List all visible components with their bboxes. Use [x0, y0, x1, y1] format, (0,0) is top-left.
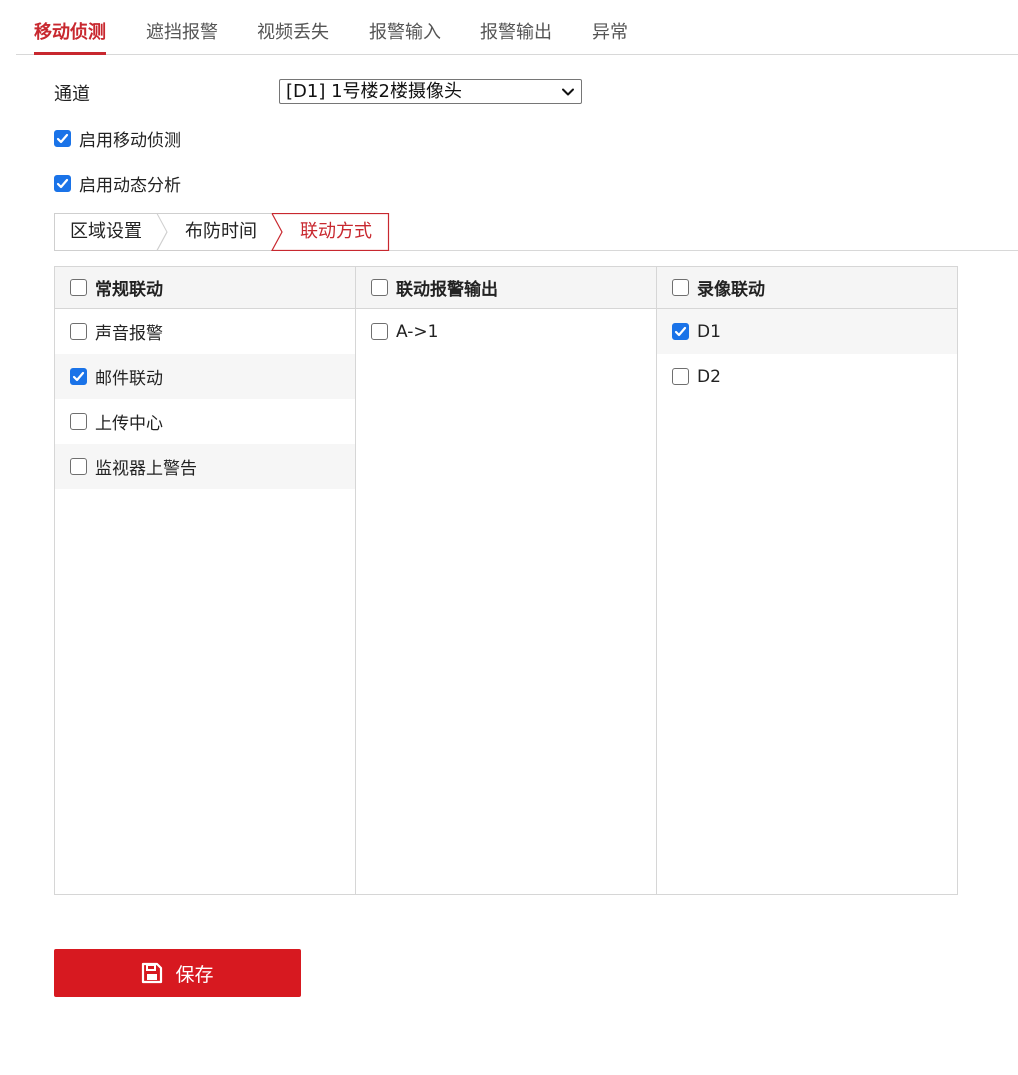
top-tab-bar: 移动侦测 遮挡报警 视频丢失 报警输入 报警输出 异常 — [16, 0, 1018, 55]
list-item[interactable]: 邮件联动 — [55, 354, 355, 399]
channel-label: 通道 — [54, 84, 90, 105]
enable-dynamic-analysis-checkbox[interactable] — [54, 174, 71, 192]
upload-center-checkbox[interactable] — [70, 413, 87, 430]
checkmark-icon — [674, 326, 687, 337]
motion-detection-page: 移动侦测 遮挡报警 视频丢失 报警输入 报警输出 异常 通道 [D1] 1号楼2… — [0, 0, 1018, 1075]
alarm-output-header-label: 联动报警输出 — [396, 280, 498, 300]
tab-tamper-alarm[interactable]: 遮挡报警 — [146, 0, 218, 55]
email-linkage-label: 邮件联动 — [95, 369, 163, 389]
tab-area-settings[interactable]: 区域设置 — [70, 213, 142, 251]
record-linkage-select-all-checkbox[interactable] — [672, 279, 689, 296]
checkmark-icon — [56, 178, 69, 188]
audible-alarm-label: 声音报警 — [95, 324, 163, 344]
list-item[interactable]: A->1 — [356, 309, 656, 354]
list-item[interactable]: 声音报警 — [55, 309, 355, 354]
tab-linkage-method[interactable]: 联动方式 — [300, 213, 372, 251]
monitor-warning-checkbox[interactable] — [70, 458, 87, 475]
normal-linkage-select-all-checkbox[interactable] — [70, 279, 87, 296]
monitor-warning-label: 监视器上警告 — [95, 459, 197, 479]
alarm-output-a1-checkbox[interactable] — [371, 323, 388, 340]
record-linkage-header-label: 录像联动 — [697, 280, 765, 300]
record-d1-label: D1 — [697, 321, 721, 342]
enable-motion-detection-row[interactable]: 启用移动侦测 — [54, 126, 181, 151]
tab-exception[interactable]: 异常 — [592, 0, 628, 55]
record-linkage-column: 录像联动 D1 D2 — [657, 267, 957, 894]
list-item[interactable]: 上传中心 — [55, 399, 355, 444]
record-d2-label: D2 — [697, 366, 721, 387]
linkage-table: 常规联动 声音报警 邮件联动 上传中心 监视器上警告 联动报警输出 A->1 录… — [54, 266, 958, 895]
tab-video-loss[interactable]: 视频丢失 — [257, 0, 329, 55]
alarm-output-a1-label: A->1 — [396, 321, 439, 342]
list-item[interactable]: D2 — [657, 354, 957, 399]
list-item[interactable]: D1 — [657, 309, 957, 354]
upload-center-label: 上传中心 — [95, 414, 163, 434]
record-d2-checkbox[interactable] — [672, 368, 689, 385]
tab-motion-detection[interactable]: 移动侦测 — [34, 0, 106, 55]
sub-tab-bar: 区域设置 布防时间 联动方式 — [54, 213, 1018, 251]
enable-motion-detection-label: 启用移动侦测 — [79, 130, 181, 151]
save-button-label: 保存 — [175, 963, 214, 986]
record-d1-checkbox[interactable] — [672, 323, 689, 340]
enable-dynamic-analysis-row[interactable]: 启用动态分析 — [54, 171, 181, 196]
save-button[interactable]: 保存 — [54, 949, 301, 997]
list-item[interactable]: 监视器上警告 — [55, 444, 355, 489]
normal-linkage-header-label: 常规联动 — [95, 280, 163, 300]
record-linkage-header[interactable]: 录像联动 — [657, 267, 957, 309]
save-icon — [142, 962, 163, 984]
alarm-output-select-all-checkbox[interactable] — [371, 279, 388, 296]
channel-select[interactable]: [D1] 1号楼2楼摄像头 — [279, 79, 582, 104]
channel-selected-value: [D1] 1号楼2楼摄像头 — [286, 81, 462, 102]
chevron-down-icon — [562, 88, 574, 96]
enable-dynamic-analysis-label: 启用动态分析 — [79, 175, 181, 196]
audible-alarm-checkbox[interactable] — [70, 323, 87, 340]
tab-arming-schedule[interactable]: 布防时间 — [185, 213, 257, 251]
enable-motion-detection-checkbox[interactable] — [54, 129, 71, 147]
checkmark-icon — [72, 371, 85, 382]
tab-alarm-output[interactable]: 报警输出 — [480, 0, 552, 55]
checkmark-icon — [56, 133, 69, 143]
alarm-output-column: 联动报警输出 A->1 — [356, 267, 657, 894]
normal-linkage-column: 常规联动 声音报警 邮件联动 上传中心 监视器上警告 — [55, 267, 356, 894]
tab-alarm-input[interactable]: 报警输入 — [369, 0, 441, 55]
email-linkage-checkbox[interactable] — [70, 368, 87, 385]
normal-linkage-header[interactable]: 常规联动 — [55, 267, 355, 309]
sub-tab-group: 区域设置 布防时间 联动方式 — [54, 213, 390, 251]
alarm-output-header[interactable]: 联动报警输出 — [356, 267, 656, 309]
